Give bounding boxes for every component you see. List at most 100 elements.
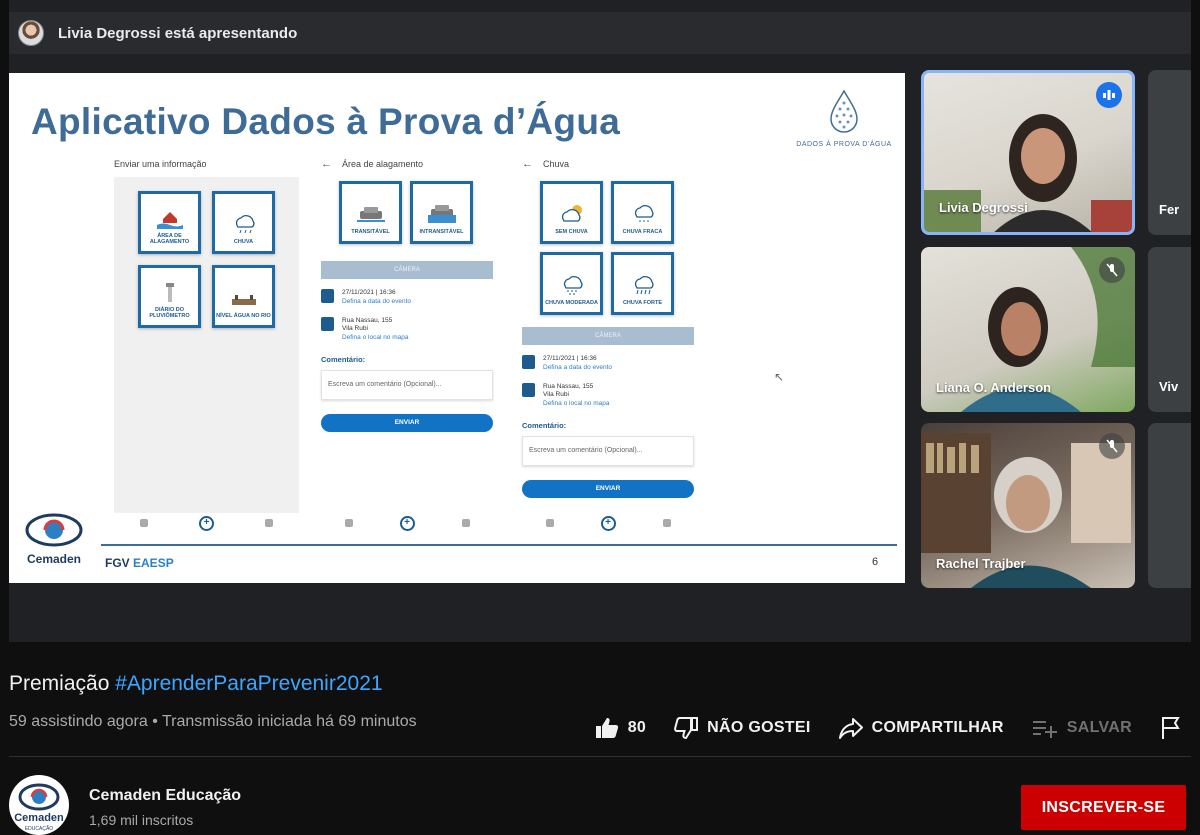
subscribe-button[interactable]: INSCREVER-SE	[1021, 785, 1186, 830]
save-label: SALVAR	[1066, 719, 1132, 736]
flooded-car-icon	[427, 205, 456, 224]
profile-icon	[265, 519, 274, 527]
fgv-logo: FGV EAESP	[105, 556, 174, 570]
cemaden-eye-icon	[25, 513, 83, 547]
participant-name: Liana O. Anderson	[936, 380, 1052, 395]
send-button: ENVIAR	[522, 479, 694, 498]
thumbs-up-icon	[595, 718, 618, 738]
app-screen-send-info: Enviar uma informação ÁREA DE ALAGAMENTO…	[114, 155, 299, 513]
video-meta: 59 assistindo agora • Transmissão inicia…	[9, 713, 417, 730]
tile-sem-chuva: SEM CHUVA	[540, 181, 603, 244]
comment-field: Escreva um comentário (Opcional)...	[522, 435, 694, 466]
home-icon	[139, 519, 148, 527]
flag-icon	[1162, 717, 1180, 739]
playlist-add-icon	[1032, 721, 1057, 738]
thumbs-down-icon	[674, 717, 699, 739]
dislike-button[interactable]: NÃO GOSTEI	[674, 717, 810, 739]
tile-transitavel: TRANSITÁVEL	[339, 181, 402, 244]
speaking-indicator-icon	[1096, 82, 1122, 108]
channel-avatar[interactable]: Cemaden EDUCAÇÃO	[9, 775, 69, 835]
camera-button: CÂMERA	[321, 261, 493, 279]
presenter-avatar	[18, 20, 44, 46]
channel-name[interactable]: Cemaden Educação	[89, 787, 241, 805]
sun-cloud-icon	[561, 205, 582, 223]
tile-intransitavel: INTRANSITÁVEL	[410, 181, 473, 244]
video-actions: 80 NÃO GOSTEI COMPARTILHAR SALVAR	[567, 712, 1182, 744]
moderate-rain-icon	[563, 276, 583, 296]
slide-divider	[101, 544, 897, 546]
app-screen-flood-area: ← Área de alagamento TRANSITÁVEL INTRANSI…	[321, 155, 493, 432]
participant-name: Livia Degrossi	[939, 200, 1028, 215]
mouse-cursor-icon: ↖	[774, 370, 785, 384]
home-icon	[344, 519, 353, 527]
section-divider	[9, 756, 1191, 757]
heavy-rain-icon	[634, 276, 654, 295]
water-drop-icon	[830, 89, 858, 133]
slide-page-number: 6	[872, 556, 879, 568]
subscriber-count: 1,69 mil inscritos	[89, 812, 194, 828]
profile-icon	[461, 519, 470, 527]
location-pin-icon	[321, 316, 334, 331]
presenting-bar: Livia Degrossi está apresentando	[9, 12, 1191, 54]
tile-area-alagamento: ÁREA DE ALAGAMENTO	[138, 191, 201, 254]
presentation-slide: Aplicativo Dados à Prova d’Água DADOS À …	[9, 73, 905, 583]
participant-tile-partial[interactable]	[1148, 423, 1191, 588]
app-bottom-nav: +	[522, 511, 694, 535]
participant-tile-partial[interactable]: Viv	[1148, 247, 1191, 412]
video-title: Premiação #AprenderParaPrevenir2021	[9, 672, 383, 695]
share-button[interactable]: COMPARTILHAR	[838, 717, 1004, 739]
share-label: COMPARTILHAR	[871, 719, 1004, 736]
light-rain-icon	[634, 205, 654, 223]
camera-button: CÂMERA	[522, 327, 694, 345]
app-bottom-nav: +	[114, 511, 299, 535]
tile-chuva: CHUVA	[212, 191, 275, 254]
calendar-icon	[321, 289, 334, 303]
svg-text:EDUCAÇÃO: EDUCAÇÃO	[25, 825, 53, 832]
slide-title: Aplicativo Dados à Prova d’Água	[31, 101, 621, 142]
mic-off-icon	[1099, 257, 1125, 283]
participant-tile[interactable]: Rachel Trajber	[921, 423, 1135, 588]
hashtag-link[interactable]: #AprenderParaPrevenir2021	[115, 672, 382, 695]
save-button[interactable]: SALVAR	[1032, 718, 1132, 738]
participant-name: Rachel Trajber	[936, 556, 1026, 571]
dislike-label: NÃO GOSTEI	[707, 719, 811, 736]
video-player[interactable]: Livia Degrossi está apresentando Aplicat…	[9, 0, 1191, 642]
flood-house-icon	[156, 211, 183, 229]
participant-tile-partial[interactable]: Fer	[1148, 70, 1191, 235]
participant-tile[interactable]: Liana O. Anderson	[921, 247, 1135, 412]
cemaden-logo: Cemaden	[15, 513, 93, 566]
comment-field: Escreva um comentário (Opcional)...	[321, 369, 493, 400]
presenting-banner: Livia Degrossi está apresentando	[58, 24, 298, 42]
cemaden-logo: Cemaden EDUCAÇÃO	[14, 783, 64, 832]
back-arrow-icon: ←	[321, 158, 332, 170]
add-icon: +	[399, 515, 415, 531]
like-button[interactable]: 80	[595, 717, 646, 739]
like-count: 80	[627, 719, 647, 736]
panel-heading: Chuva	[543, 159, 570, 169]
river-level-icon	[231, 295, 256, 306]
logo-caption: DADOS À PROVA D’ÁGUA	[796, 141, 892, 148]
meet-screen: Livia Degrossi está apresentando Aplicat…	[9, 0, 1191, 642]
tile-chuva-fraca: CHUVA FRACA	[611, 181, 674, 244]
rain-gauge-icon	[165, 282, 174, 302]
tile-nivel-rio: NÍVEL ÁGUA NO RIO	[212, 265, 275, 328]
profile-icon	[662, 519, 671, 527]
home-icon	[545, 519, 554, 527]
share-icon	[838, 718, 863, 739]
mic-off-icon	[1099, 433, 1125, 459]
calendar-icon	[522, 355, 535, 369]
send-button: ENVIAR	[321, 413, 493, 432]
car-icon	[356, 207, 385, 223]
tile-chuva-forte: CHUVA FORTE	[611, 252, 674, 315]
dados-prova-agua-logo: DADOS À PROVA D’ÁGUA	[796, 89, 892, 148]
report-button[interactable]	[1160, 716, 1182, 740]
rain-cloud-icon	[235, 215, 255, 234]
svg-text:Cemaden: Cemaden	[14, 812, 64, 824]
participant-tile[interactable]: Livia Degrossi	[921, 70, 1135, 235]
panel-heading: Enviar uma informação	[114, 159, 207, 169]
location-pin-icon	[522, 382, 535, 397]
panel-heading: Área de alagamento	[342, 159, 424, 169]
add-icon: +	[600, 515, 616, 531]
back-arrow-icon: ←	[522, 158, 533, 170]
tile-chuva-moderada: CHUVA MODERADA	[540, 252, 603, 315]
